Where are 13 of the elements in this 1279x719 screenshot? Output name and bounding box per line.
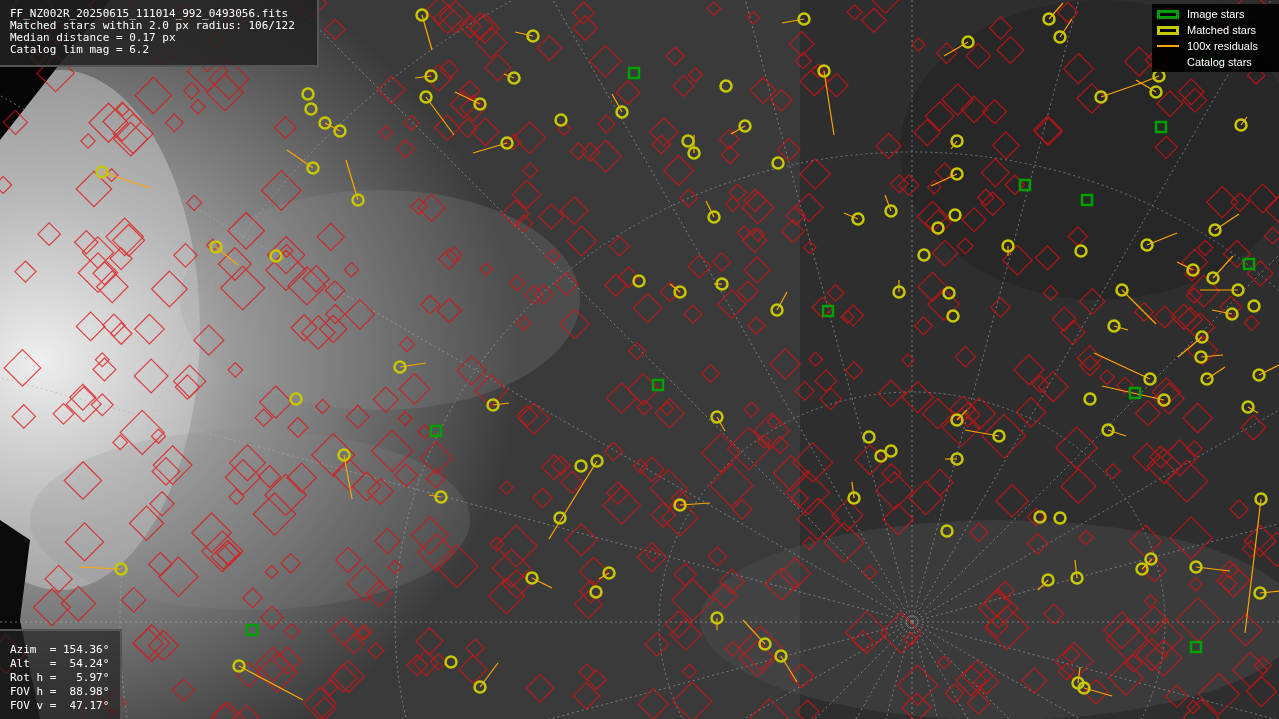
pointing-line: Alt = 54.24° xyxy=(10,657,110,671)
pointing-line: Rot h = 5.97° xyxy=(10,671,110,685)
pointing-line: FOV v = 47.17° xyxy=(10,699,110,713)
legend-label: Image stars xyxy=(1187,6,1245,22)
pointing-line: FOV h = 88.98° xyxy=(10,685,110,699)
info-line: Median distance = 0.17 px xyxy=(10,32,177,44)
pointing-line: Azim = 154.36° xyxy=(10,643,110,657)
info-line: Catalog lim mag = 6.2 xyxy=(10,44,151,56)
info-line: Matched stars within 2.0 px radius: 106/122 xyxy=(10,20,296,32)
info-line: FF_NZ002R_20250615_111014_992_0493056.fits xyxy=(10,8,290,20)
legend-label: 100x residuals xyxy=(1187,38,1258,54)
legend-label: Catalog stars xyxy=(1187,54,1252,70)
legend-label: Matched stars xyxy=(1187,22,1257,38)
